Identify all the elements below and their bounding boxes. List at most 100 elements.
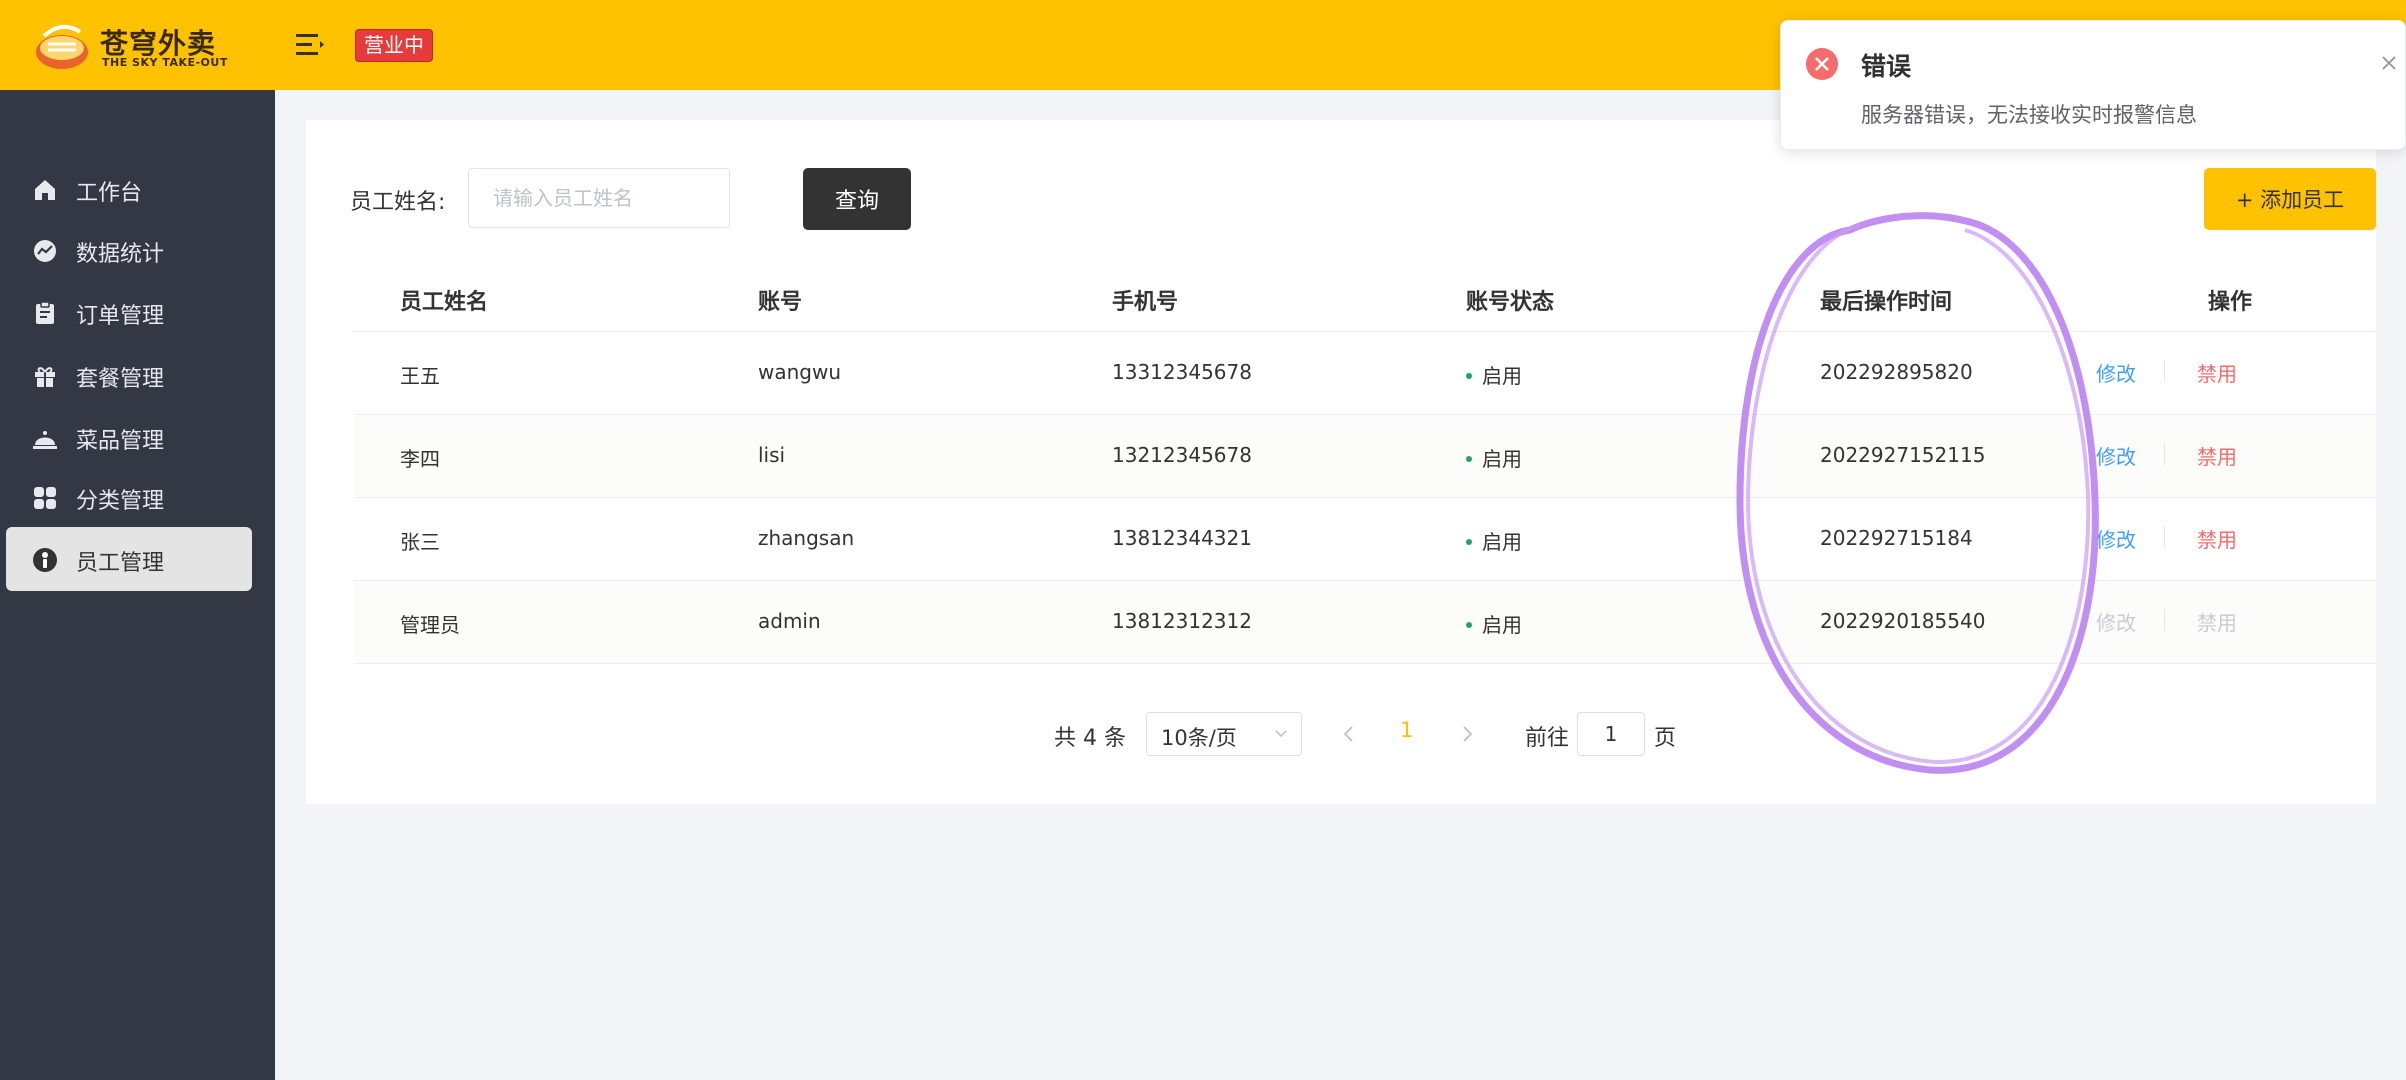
action-divider bbox=[2164, 443, 2165, 465]
cloche-icon bbox=[33, 431, 57, 449]
disable-link-disabled: 禁用 bbox=[2197, 611, 2237, 635]
cell-name: 管理员 bbox=[400, 613, 460, 637]
cell-phone: 13312345678 bbox=[1112, 360, 1252, 384]
status-dot-icon bbox=[1466, 372, 1472, 379]
sidebar-item-label: 菜品管理 bbox=[76, 429, 165, 454]
status-dot-icon bbox=[1466, 621, 1472, 628]
disable-link[interactable]: 禁用 bbox=[2197, 441, 2237, 470]
employee-table: 员工姓名 账号 手机号 账号状态 最后操作时间 操作 王五 wangwu 133… bbox=[354, 260, 2376, 664]
table-header: 员工姓名 账号 手机号 账号状态 最后操作时间 操作 bbox=[354, 260, 2376, 332]
cell-status: 启用 bbox=[1466, 526, 1522, 555]
status-text: 启用 bbox=[1482, 447, 1522, 471]
employee-icon bbox=[33, 548, 57, 572]
column-header-actions: 操作 bbox=[2208, 290, 2253, 315]
column-header-account: 账号 bbox=[758, 290, 803, 315]
search-label: 员工姓名: bbox=[350, 190, 446, 215]
cell-status: 启用 bbox=[1466, 609, 1522, 638]
page-size-value: 10条/页 bbox=[1161, 726, 1237, 750]
cell-name: 张三 bbox=[400, 530, 440, 554]
table-row: 张三 zhangsan 13812344321 启用 202292715184 … bbox=[354, 498, 2376, 581]
column-header-last-op-time: 最后操作时间 bbox=[1820, 290, 1953, 315]
chevron-down-icon bbox=[1275, 730, 1287, 738]
page-number-current[interactable]: 1 bbox=[1400, 718, 1413, 742]
business-status-badge: 营业中 bbox=[355, 29, 433, 62]
edit-link[interactable]: 修改 bbox=[2096, 441, 2136, 470]
notification-title: 错误 bbox=[1861, 52, 1912, 81]
sidebar-item-label: 工作台 bbox=[76, 181, 143, 206]
sidebar-item-label: 员工管理 bbox=[76, 551, 165, 576]
goto-unit: 页 bbox=[1654, 726, 1677, 751]
sidebar-item-4[interactable]: 套餐管理 bbox=[6, 343, 252, 407]
page-size-select[interactable]: 10条/页 bbox=[1146, 712, 1302, 756]
employee-name-search-input[interactable] bbox=[468, 168, 730, 228]
app-logo[interactable]: 苍穹外卖 THE SKY TAKE-OUT bbox=[34, 18, 227, 72]
clipboard-icon bbox=[36, 301, 54, 324]
sidebar-item-7[interactable]: 员工管理 bbox=[6, 527, 252, 591]
menu-collapse-icon[interactable] bbox=[294, 30, 326, 60]
error-notification: 错误 服务器错误，无法接收实时报警信息 bbox=[1780, 20, 2406, 150]
sidebar: 工作台数据统计订单管理套餐管理菜品管理分类管理员工管理 bbox=[0, 90, 275, 1080]
status-text: 启用 bbox=[1482, 613, 1522, 637]
cell-phone: 13812344321 bbox=[1112, 526, 1252, 550]
cell-account: wangwu bbox=[758, 360, 842, 384]
cell-status: 启用 bbox=[1466, 360, 1522, 389]
table-row: 管理员 admin 13812312312 启用 2022920185540 修… bbox=[354, 581, 2376, 664]
sidebar-item-label: 分类管理 bbox=[76, 489, 165, 514]
logo-subtitle: THE SKY TAKE-OUT bbox=[102, 56, 228, 69]
table-row: 王五 wangwu 13312345678 启用 202292895820 修改… bbox=[354, 332, 2376, 415]
action-divider bbox=[2164, 526, 2165, 548]
disable-link[interactable]: 禁用 bbox=[2197, 358, 2237, 387]
status-text: 启用 bbox=[1482, 530, 1522, 554]
next-page-icon[interactable] bbox=[1454, 720, 1480, 748]
sidebar-item-label: 数据统计 bbox=[76, 242, 165, 267]
employee-panel: 员工姓名: 查询 + 添加员工 员工姓名 账号 手机号 账号状态 最后操作时间 … bbox=[306, 120, 2376, 804]
cell-account: lisi bbox=[758, 443, 786, 467]
add-employee-button[interactable]: + 添加员工 bbox=[2204, 168, 2376, 230]
action-divider bbox=[2164, 609, 2165, 631]
error-icon bbox=[1806, 48, 1838, 80]
action-divider bbox=[2164, 360, 2165, 382]
pagination: 共 4 条 10条/页 1 前往 页 bbox=[306, 712, 2376, 756]
cell-phone: 13812312312 bbox=[1112, 609, 1252, 633]
status-dot-icon bbox=[1466, 455, 1472, 462]
total-count: 共 4 条 bbox=[1054, 726, 1126, 751]
cell-last-op-time: 2022927152115 bbox=[1820, 443, 1986, 467]
logo-mark-icon bbox=[36, 24, 88, 69]
cell-name: 王五 bbox=[400, 364, 440, 388]
goto-label: 前往 bbox=[1525, 726, 1570, 751]
cell-last-op-time: 2022920185540 bbox=[1820, 609, 1986, 633]
edit-link[interactable]: 修改 bbox=[2096, 358, 2136, 387]
goto-page-input[interactable] bbox=[1577, 712, 1645, 756]
sidebar-item-3[interactable]: 订单管理 bbox=[6, 280, 252, 344]
cell-name: 李四 bbox=[400, 447, 440, 471]
disable-link[interactable]: 禁用 bbox=[2197, 524, 2237, 553]
edit-link-disabled: 修改 bbox=[2096, 611, 2136, 635]
cell-account: admin bbox=[758, 609, 821, 633]
status-text: 启用 bbox=[1482, 364, 1522, 388]
cell-last-op-time: 202292895820 bbox=[1820, 360, 1973, 384]
query-button[interactable]: 查询 bbox=[803, 168, 911, 230]
gift-icon bbox=[35, 367, 55, 387]
edit-link[interactable]: 修改 bbox=[2096, 524, 2136, 553]
prev-page-icon[interactable] bbox=[1336, 720, 1362, 748]
sidebar-item-5[interactable]: 菜品管理 bbox=[6, 405, 252, 469]
sidebar-item-1[interactable]: 工作台 bbox=[6, 157, 252, 221]
sidebar-item-label: 套餐管理 bbox=[76, 367, 165, 392]
column-header-status: 账号状态 bbox=[1466, 290, 1555, 315]
chart-icon bbox=[34, 240, 56, 262]
cell-status: 启用 bbox=[1466, 443, 1522, 472]
status-dot-icon bbox=[1466, 538, 1472, 545]
notification-message: 服务器错误，无法接收实时报警信息 bbox=[1861, 103, 2197, 127]
cell-phone: 13212345678 bbox=[1112, 443, 1252, 467]
sidebar-item-6[interactable]: 分类管理 bbox=[6, 465, 252, 529]
sidebar-item-label: 订单管理 bbox=[76, 304, 165, 329]
grid-icon bbox=[34, 487, 56, 509]
cell-last-op-time: 202292715184 bbox=[1820, 526, 1973, 550]
sidebar-item-2[interactable]: 数据统计 bbox=[6, 218, 252, 282]
column-header-name: 员工姓名 bbox=[400, 290, 489, 315]
column-header-phone: 手机号 bbox=[1112, 290, 1179, 315]
close-icon[interactable] bbox=[2379, 53, 2399, 73]
cell-account: zhangsan bbox=[758, 526, 855, 550]
table-row: 李四 lisi 13212345678 启用 2022927152115 修改 … bbox=[354, 415, 2376, 498]
home-icon bbox=[35, 180, 55, 200]
